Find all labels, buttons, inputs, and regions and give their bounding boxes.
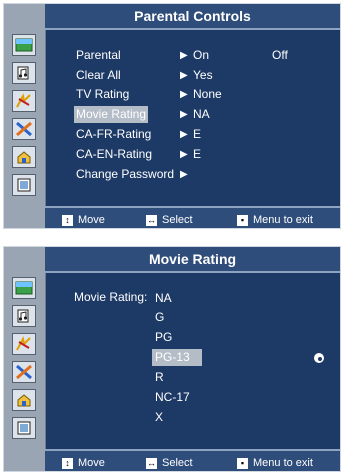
- leftright-key-icon: ↔: [146, 458, 157, 469]
- submenu-arrow-icon: ▶: [180, 50, 188, 61]
- submenu-arrow-icon: ▶: [180, 129, 188, 140]
- footer-select: ↔ Select: [146, 214, 193, 226]
- submenu-arrow-icon: ▶: [180, 70, 188, 81]
- function-icon[interactable]: [12, 417, 36, 439]
- footer-move: ↕ Move: [62, 211, 105, 230]
- parental-controls-screen: Parental Controls Parental ▶ On Off Clear Al…: [3, 3, 341, 229]
- menu-title: Parental Controls: [45, 4, 340, 30]
- submenu-arrow-icon: ▶: [180, 169, 188, 180]
- selected-indicator-icon: [314, 353, 324, 363]
- input-icon[interactable]: [12, 389, 36, 411]
- menu-item-value: E: [193, 127, 202, 141]
- menu-item-value: None: [193, 87, 222, 101]
- rating-option[interactable]: PG: [152, 329, 175, 346]
- sidebar: [4, 247, 46, 471]
- menu-item-value: E: [193, 147, 202, 161]
- menu-item-label: CA-EN-Rating: [76, 147, 153, 161]
- footer-bar: ↕ Move ↔ Select ▪ Menu to exit: [45, 449, 340, 471]
- setup-icon[interactable]: [12, 361, 36, 383]
- picture-icon[interactable]: [12, 34, 36, 56]
- menu-key-icon: ▪: [237, 458, 248, 469]
- input-icon[interactable]: [12, 146, 36, 168]
- footer-select: ↔ Select: [146, 457, 193, 469]
- rating-option[interactable]: X: [152, 409, 166, 426]
- function-icon[interactable]: [12, 174, 36, 196]
- footer-bar: ↕ Move ↔ Select ▪ Menu to exit: [45, 206, 340, 228]
- rating-option[interactable]: R: [152, 369, 167, 386]
- menu-key-icon: ▪: [237, 215, 248, 226]
- menu-item-label: Movie Rating: [74, 106, 149, 123]
- picture-icon[interactable]: [12, 277, 36, 299]
- menu-item-label: TV Rating: [76, 87, 130, 101]
- leftright-key-icon: ↔: [146, 215, 157, 226]
- menu-item-value: Yes: [193, 68, 213, 82]
- rating-option[interactable]: NC-17: [152, 389, 193, 406]
- menu-item-value: On: [193, 48, 210, 62]
- menu-item-extra: Off: [272, 48, 288, 62]
- rating-option[interactable]: G: [152, 309, 167, 326]
- menu-item-label: Clear All: [76, 68, 121, 82]
- rating-option[interactable]: NA: [152, 290, 175, 307]
- menu-item-label: CA-FR-Rating: [76, 127, 152, 141]
- sidebar: [4, 4, 46, 228]
- footer-move: ↕ Move: [62, 454, 105, 473]
- movie-rating-screen: Movie Rating Movie Rating: NA G PG PG-13 R NC…: [3, 246, 341, 472]
- footer-exit: ▪ Menu to exit: [237, 454, 313, 473]
- movie-rating-label: Movie Rating:: [74, 290, 148, 304]
- channel-icon[interactable]: [12, 333, 36, 355]
- sound-icon[interactable]: [12, 305, 36, 327]
- submenu-arrow-icon: ▶: [180, 89, 188, 100]
- menu-item-label: Change Password: [76, 167, 175, 181]
- sound-icon[interactable]: [12, 62, 36, 84]
- rating-option[interactable]: PG-13: [152, 349, 202, 366]
- updown-key-icon: ↕: [62, 458, 73, 469]
- submenu-arrow-icon: ▶: [180, 109, 188, 120]
- menu-item-label: Parental: [76, 48, 121, 62]
- updown-key-icon: ↕: [62, 215, 73, 226]
- submenu-arrow-icon: ▶: [180, 149, 188, 160]
- menu-item-value: NA: [193, 107, 210, 121]
- channel-icon[interactable]: [12, 90, 36, 112]
- setup-icon[interactable]: [12, 118, 36, 140]
- footer-exit: ▪ Menu to exit: [237, 211, 313, 230]
- menu-title: Movie Rating: [45, 247, 340, 273]
